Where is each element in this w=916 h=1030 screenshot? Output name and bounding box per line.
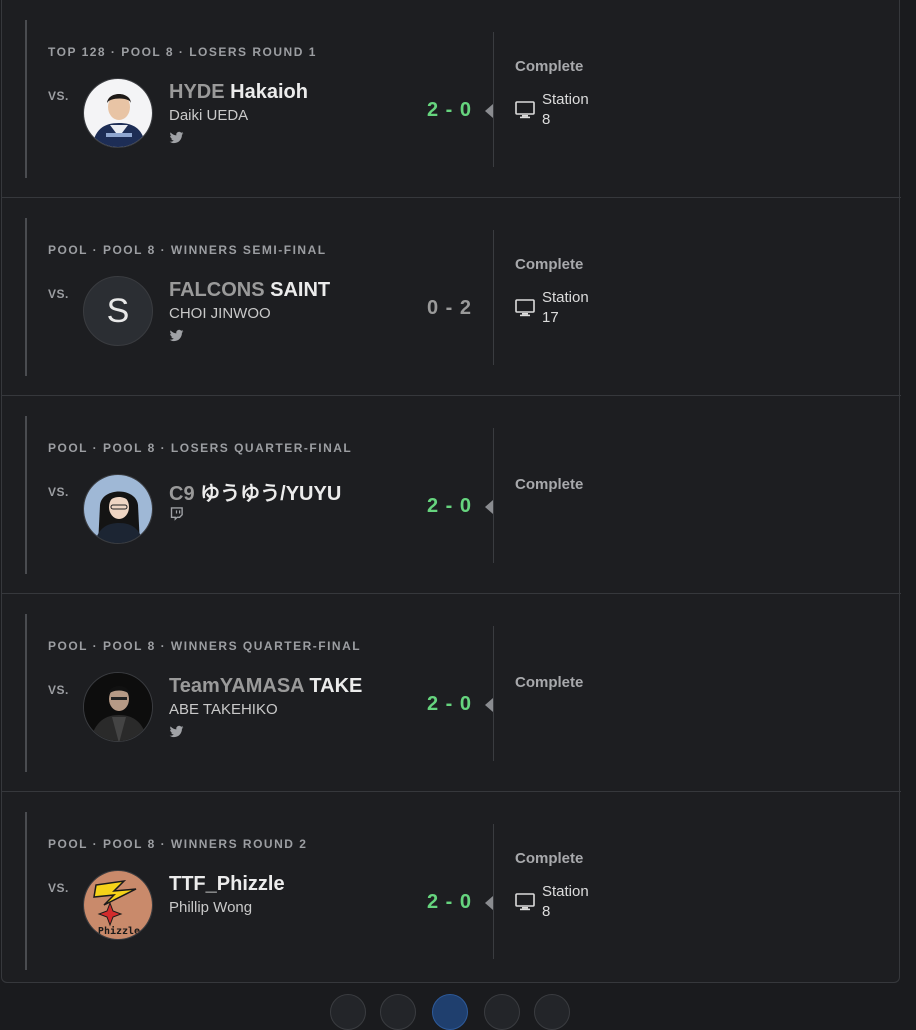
page-button[interactable]	[380, 994, 416, 1030]
pagination	[330, 994, 570, 1030]
round-label: TOP 128 · POOL 8 · LOSERS ROUND 1	[48, 45, 317, 59]
avatar-text: Phizzle	[98, 925, 140, 937]
station-text: Station	[542, 91, 589, 108]
station-label: Station 17	[542, 288, 589, 328]
match-side-bar	[25, 812, 27, 970]
station-label: Station 8	[542, 882, 589, 922]
player-name[interactable]: TTF_Phizzle	[169, 873, 285, 896]
player-name[interactable]: FALCONS SAINT	[169, 279, 330, 302]
vs-label: VS.	[48, 89, 69, 103]
team-prefix: TeamYAMASA	[169, 675, 304, 697]
gamertag: TTF_Phizzle	[169, 873, 285, 895]
station-text: Station	[542, 289, 589, 306]
player-name[interactable]: C9 ゆうゆう/YUYU	[169, 477, 341, 506]
divider	[493, 32, 494, 167]
monitor-icon	[515, 299, 535, 317]
match-score: 2 - 0	[427, 693, 473, 715]
match-side-bar	[25, 614, 27, 772]
match-score: 2 - 0	[427, 99, 473, 121]
divider	[493, 626, 494, 761]
divider	[493, 824, 494, 959]
monitor-icon	[515, 893, 535, 911]
match-side-bar	[25, 218, 27, 376]
team-prefix: HYDE	[169, 81, 225, 103]
real-name: Phillip Wong	[169, 899, 253, 916]
match-row[interactable]: POOL · POOL 8 · WINNERS SEMI-FINAL VS. S…	[2, 198, 901, 396]
avatar[interactable]: Phizzle	[83, 870, 153, 940]
match-list: TOP 128 · POOL 8 · LOSERS ROUND 1 VS. HY…	[1, 0, 901, 983]
match-side-bar	[25, 416, 27, 574]
vs-label: VS.	[48, 683, 69, 697]
station-label: Station 8	[542, 90, 589, 130]
round-label: POOL · POOL 8 · WINNERS ROUND 2	[48, 837, 308, 851]
match-row[interactable]: POOL · POOL 8 · WINNERS ROUND 2 VS. Phiz…	[2, 792, 901, 990]
match-row[interactable]: TOP 128 · POOL 8 · LOSERS ROUND 1 VS. HY…	[2, 0, 901, 198]
team-prefix: FALCONS	[169, 279, 265, 301]
gamertag: SAINT	[270, 279, 331, 301]
station-number: 8	[542, 111, 551, 128]
caret-left-icon	[485, 896, 493, 910]
match-row[interactable]: POOL · POOL 8 · WINNERS QUARTER-FINAL VS…	[2, 594, 901, 792]
round-label: POOL · POOL 8 · LOSERS QUARTER-FINAL	[48, 441, 353, 455]
vs-label: VS.	[48, 881, 69, 895]
caret-left-icon	[485, 698, 493, 712]
twitter-icon[interactable]	[169, 328, 184, 343]
real-name: Daiki UEDA	[169, 107, 249, 124]
player-name[interactable]: HYDE Hakaioh	[169, 81, 308, 104]
match-side-bar	[25, 20, 27, 178]
match-score: 2 - 0	[427, 891, 473, 913]
page-button[interactable]	[534, 994, 570, 1030]
station-number: 8	[542, 903, 551, 920]
round-label: POOL · POOL 8 · WINNERS SEMI-FINAL	[48, 243, 327, 257]
divider	[493, 428, 494, 563]
vs-label: VS.	[48, 485, 69, 499]
team-prefix: C9	[169, 483, 195, 505]
match-status: Complete	[515, 850, 584, 867]
page-button-current[interactable]	[432, 994, 468, 1030]
page-button[interactable]	[484, 994, 520, 1030]
page-button[interactable]	[330, 994, 366, 1030]
station-number: 17	[542, 309, 559, 326]
avatar[interactable]	[83, 672, 153, 742]
twitch-icon[interactable]	[169, 506, 184, 521]
twitter-icon[interactable]	[169, 130, 184, 145]
real-name: CHOI JINWOO	[169, 305, 271, 322]
match-score: 2 - 0	[427, 495, 473, 517]
divider	[493, 230, 494, 365]
player-name[interactable]: TeamYAMASA TAKE	[169, 675, 362, 698]
monitor-icon	[515, 101, 535, 119]
match-status: Complete	[515, 674, 584, 691]
station-text: Station	[542, 883, 589, 900]
match-status: Complete	[515, 58, 584, 75]
match-status: Complete	[515, 476, 584, 493]
match-row[interactable]: POOL · POOL 8 · LOSERS QUARTER-FINAL VS.…	[2, 396, 901, 594]
gamertag: ゆうゆう/YUYU	[200, 483, 342, 505]
caret-left-icon	[485, 500, 493, 514]
twitter-icon[interactable]	[169, 724, 184, 739]
real-name: ABE TAKEHIKO	[169, 701, 278, 718]
avatar[interactable]	[83, 78, 153, 148]
match-status: Complete	[515, 256, 584, 273]
gamertag: TAKE	[309, 675, 363, 697]
match-score: 0 - 2	[427, 297, 473, 319]
round-label: POOL · POOL 8 · WINNERS QUARTER-FINAL	[48, 639, 362, 653]
caret-left-icon	[485, 104, 493, 118]
vs-label: VS.	[48, 287, 69, 301]
gamertag: Hakaioh	[230, 81, 308, 103]
avatar[interactable]: S	[83, 276, 153, 346]
avatar[interactable]	[83, 474, 153, 544]
